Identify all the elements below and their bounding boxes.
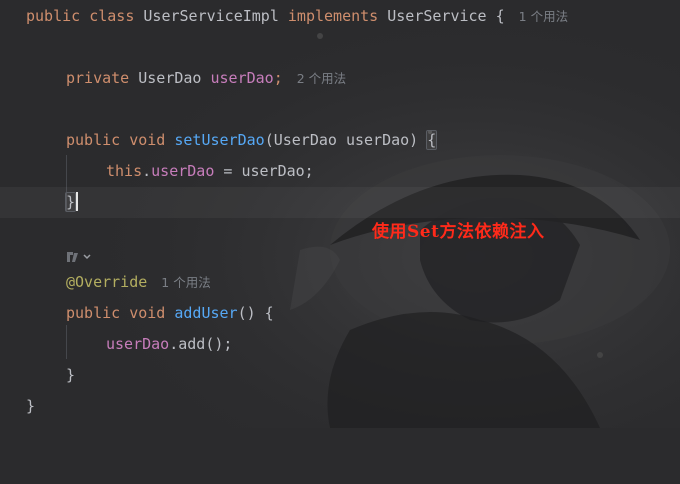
method-signature-rest: () { — [237, 304, 274, 322]
usage-hint[interactable]: 2 个用法 — [297, 71, 346, 86]
code-line[interactable]: } — [0, 391, 680, 422]
keyword: public — [66, 131, 121, 149]
matched-brace: } — [64, 192, 77, 212]
keyword: implements — [287, 7, 379, 25]
code-line[interactable]: this.userDao = userDao; — [0, 156, 680, 187]
dot: . — [142, 162, 152, 180]
code-line[interactable]: @Override 1 个用法 — [0, 267, 680, 298]
code-line[interactable]: userDao.add(); — [0, 329, 680, 360]
keyword: private — [66, 69, 130, 87]
brace: { — [495, 7, 505, 25]
field-name: userDao — [106, 335, 170, 353]
keyword: void — [129, 131, 166, 149]
assignment: = userDao; — [214, 162, 314, 180]
class-name: UserServiceImpl — [143, 7, 279, 25]
brace: } — [26, 397, 36, 415]
annotation: @Override — [66, 273, 148, 291]
field-name: userDao — [210, 69, 274, 87]
usage-hint[interactable]: 1 个用法 — [519, 9, 568, 24]
text-caret — [76, 192, 79, 211]
method-call: .add(); — [169, 335, 233, 353]
keyword: void — [129, 304, 166, 322]
interface-name: UserService — [387, 7, 487, 25]
keyword: this — [106, 162, 143, 180]
semicolon: ; — [273, 69, 283, 87]
method-name: addUser — [174, 304, 238, 322]
parameters: (UserDao userDao) — [264, 131, 428, 149]
type-name: UserDao — [138, 69, 202, 87]
keyword: public — [66, 304, 121, 322]
matched-brace: { — [426, 130, 438, 150]
code-line[interactable]: public void setUserDao(UserDao userDao) … — [0, 125, 680, 156]
code-line[interactable]: private UserDao userDao; 2 个用法 — [0, 63, 680, 94]
field-name: userDao — [151, 162, 215, 180]
code-editor[interactable]: public class UserServiceImpl implements … — [0, 0, 680, 428]
method-name: setUserDao — [174, 131, 265, 149]
annotation-note: 使用Set方法依赖注入 — [372, 222, 545, 242]
code-line[interactable]: public class UserServiceImpl implements … — [0, 1, 680, 32]
keyword: class — [89, 7, 135, 25]
code-line[interactable]: } — [0, 360, 680, 391]
code-line[interactable]: public void addUser() { — [0, 298, 680, 329]
keyword: public — [26, 7, 81, 25]
usage-hint[interactable]: 1 个用法 — [161, 275, 210, 290]
ai-assistant-icon[interactable] — [64, 249, 94, 265]
code-line-current[interactable]: } — [0, 187, 680, 218]
brace: } — [66, 366, 76, 384]
